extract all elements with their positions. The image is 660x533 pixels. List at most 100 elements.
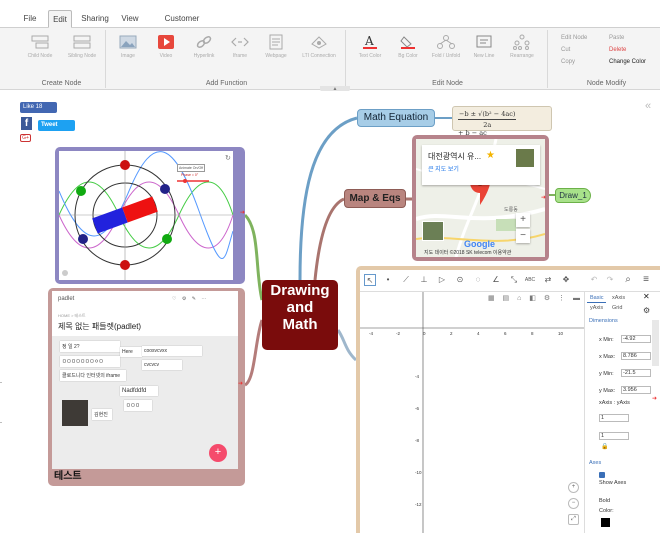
reflect-tool-icon[interactable]: ⤡ bbox=[508, 274, 520, 286]
expand-panel-icon[interactable]: « bbox=[645, 100, 651, 112]
ymin-input[interactable]: -21.5 bbox=[621, 369, 651, 377]
animate-toggle[interactable]: Animate On/Off bbox=[177, 164, 206, 172]
padlet-note[interactable]: ㅁㅁㅁ bbox=[124, 400, 152, 411]
fullscreen-icon[interactable]: ⤢ bbox=[568, 514, 579, 525]
padlet-photo[interactable] bbox=[62, 400, 88, 426]
map-thumbnail[interactable] bbox=[422, 221, 444, 241]
phase-readout: Phase = 0° bbox=[181, 173, 199, 177]
equation-node[interactable]: −b ± √(b² − 4ac) 2a + b − ac bbox=[452, 106, 552, 137]
star-icon[interactable]: ★ bbox=[486, 150, 495, 161]
show-axes-checkbox[interactable] bbox=[599, 472, 605, 478]
perpendicular-tool-icon[interactable]: ⊥ bbox=[418, 274, 430, 286]
tab-xaxis[interactable]: xAxis bbox=[609, 294, 628, 303]
x-tick-label: 8 bbox=[531, 331, 534, 336]
map-label-doryong: 도룡동 bbox=[504, 207, 518, 213]
facebook-like-button[interactable]: Like 18 bbox=[20, 102, 57, 113]
central-line-1: Drawing bbox=[270, 282, 330, 299]
color-label: Color: bbox=[599, 508, 614, 514]
padlet-note[interactable]: 김현진 bbox=[92, 409, 112, 420]
search-icon[interactable]: ⌕ bbox=[622, 274, 634, 286]
line-tool-icon[interactable]: ⟋ bbox=[400, 274, 412, 286]
zoom-out-icon[interactable]: − bbox=[568, 498, 579, 509]
lock-icon[interactable]: 🔒 bbox=[601, 443, 608, 450]
padlet-note[interactable]: Here bbox=[120, 347, 142, 357]
tweet-button[interactable]: Tweet bbox=[38, 120, 75, 131]
x-tick-label: 4 bbox=[477, 331, 480, 336]
field-label: x Min: bbox=[599, 337, 614, 343]
xmax-input[interactable]: 8.786 bbox=[621, 352, 651, 360]
padlet-embed[interactable]: padlet ♡ ⚙ ✎ ⋯ HOME > 테스트 제목 없는 패들렛(padl… bbox=[52, 291, 238, 469]
topic-draw[interactable]: Draw_1 bbox=[555, 188, 591, 203]
central-topic[interactable]: Drawing and Math bbox=[262, 280, 338, 350]
gear-icon[interactable]: ⚙ bbox=[643, 306, 650, 315]
angle-tool-icon[interactable]: ∠ bbox=[490, 274, 502, 286]
x-tick-label: 10 bbox=[558, 331, 564, 336]
padlet-toolbar-icons[interactable]: ♡ ⚙ ✎ ⋯ bbox=[172, 296, 208, 302]
x-tick-label: -4 bbox=[369, 331, 374, 336]
phasor-diagram: Animate On/Off Phase = 0° ↻ bbox=[58, 151, 234, 280]
phasor-graphic bbox=[58, 151, 234, 280]
map-arrow-icon: ➜ bbox=[541, 195, 547, 201]
facebook-icon[interactable]: f bbox=[21, 117, 32, 130]
ymax-input[interactable]: 3.956 bbox=[621, 386, 651, 394]
equation-fraction: −b ± √(b² − 4ac) 2a bbox=[458, 110, 517, 129]
padlet-card[interactable]: padlet ♡ ⚙ ✎ ⋯ HOME > 테스트 제목 없는 패들렛(padl… bbox=[48, 288, 245, 486]
padlet-note[interactable]: 정 일 2? bbox=[60, 341, 120, 352]
edge-marker: - bbox=[0, 380, 2, 386]
topic-map-eqs[interactable]: Map & Eqs bbox=[344, 189, 406, 208]
padlet-note[interactable]: coosvcvxx bbox=[142, 346, 202, 356]
refresh-icon[interactable]: ↻ bbox=[225, 154, 231, 162]
add-post-button[interactable]: + bbox=[209, 444, 227, 462]
x-tick-label: -2 bbox=[396, 331, 401, 336]
polygon-tool-icon[interactable]: ▷ bbox=[436, 274, 448, 286]
slider-tool-icon[interactable]: ⇄ bbox=[542, 274, 554, 286]
text-tool-icon[interactable]: ABC bbox=[524, 274, 536, 286]
bold-option[interactable]: Bold bbox=[599, 498, 610, 504]
padlet-caption: 테스트 bbox=[54, 471, 82, 482]
padlet-note[interactable]: 클로드니다 인터넷의 iframe bbox=[60, 370, 126, 381]
google-plus-button[interactable]: G+ bbox=[20, 134, 31, 142]
topic-math-equation[interactable]: Math Equation bbox=[357, 109, 435, 127]
tab-yaxis[interactable]: yAxis bbox=[587, 304, 606, 313]
xmin-input[interactable]: -4.92 bbox=[621, 335, 651, 343]
padlet-note[interactable]: ㅁㅁㅁㅁㅁㅁㅁㅇㅁ bbox=[60, 356, 120, 367]
color-swatch[interactable] bbox=[601, 518, 610, 527]
padlet-owner: padlet bbox=[58, 296, 75, 302]
view-larger-map-link[interactable]: 큰 지도 보기 bbox=[428, 164, 459, 173]
google-map-embed[interactable]: 대전광역시 유... ★ 큰 지도 보기 도룡동 + − Google 지도 데… bbox=[416, 139, 545, 257]
place-title: 대전광역시 유... bbox=[428, 152, 482, 161]
geogebra-card[interactable]: ↖ • ⟋ ⊥ ▷ ⊙ ◌ ∠ ⤡ ABC ⇄ ✥ ↶ ↷ ⌕ ≡ ▦ ▤ ⌂ … bbox=[356, 266, 660, 533]
ratio-y-input[interactable]: 1 bbox=[599, 432, 629, 440]
padlet-note[interactable]: Nadfddfd bbox=[120, 386, 158, 396]
graphics-view[interactable] bbox=[360, 292, 584, 533]
move-view-tool-icon[interactable]: ✥ bbox=[560, 274, 572, 286]
graphics-properties-panel: Basic xAxis yAxis Grid ✕ ⚙ Dimensions x … bbox=[584, 292, 660, 533]
padlet-note[interactable]: cvcvcv bbox=[142, 360, 182, 370]
circle-tool-icon[interactable]: ⊙ bbox=[454, 274, 466, 286]
x-tick-label: 0 bbox=[423, 331, 426, 336]
zoom-in-icon[interactable]: + bbox=[568, 482, 579, 493]
central-line-3: Math bbox=[282, 316, 318, 333]
map-card[interactable]: 대전광역시 유... ★ 큰 지도 보기 도룡동 + − Google 지도 데… bbox=[412, 135, 549, 261]
panel-side-tabs[interactable] bbox=[652, 320, 659, 366]
geogebra-embed[interactable]: ↖ • ⟋ ⊥ ▷ ⊙ ◌ ∠ ⤡ ABC ⇄ ✥ ↶ ↷ ⌕ ≡ ▦ ▤ ⌂ … bbox=[360, 270, 660, 533]
redo-icon[interactable]: ↷ bbox=[604, 274, 616, 286]
tab-grid[interactable]: Grid bbox=[609, 304, 625, 313]
app-window: File Edit Sharing View Customer Center C… bbox=[0, 0, 660, 533]
tab-basic[interactable]: Basic bbox=[587, 294, 607, 303]
x-tick-label: 2 bbox=[450, 331, 453, 336]
zoom-out-button[interactable]: − bbox=[516, 229, 530, 243]
menu-icon[interactable]: ≡ bbox=[640, 274, 652, 286]
phasor-diagram-card[interactable]: Animate On/Off Phase = 0° ↻ bbox=[55, 147, 245, 284]
conic-tool-icon[interactable]: ◌ bbox=[472, 274, 484, 286]
close-icon[interactable]: ✕ bbox=[643, 292, 650, 301]
move-tool-icon[interactable]: ↖ bbox=[364, 274, 376, 286]
equation-numerator: −b ± √(b² − 4ac) bbox=[458, 110, 517, 120]
x-tick-label: 6 bbox=[504, 331, 507, 336]
undo-icon[interactable]: ↶ bbox=[588, 274, 600, 286]
equation-denominator: 2a bbox=[483, 121, 492, 129]
google-logo: Google bbox=[464, 239, 495, 249]
ratio-x-input[interactable]: 1 bbox=[599, 414, 629, 422]
zoom-in-button[interactable]: + bbox=[516, 213, 530, 227]
point-tool-icon[interactable]: • bbox=[382, 274, 394, 286]
